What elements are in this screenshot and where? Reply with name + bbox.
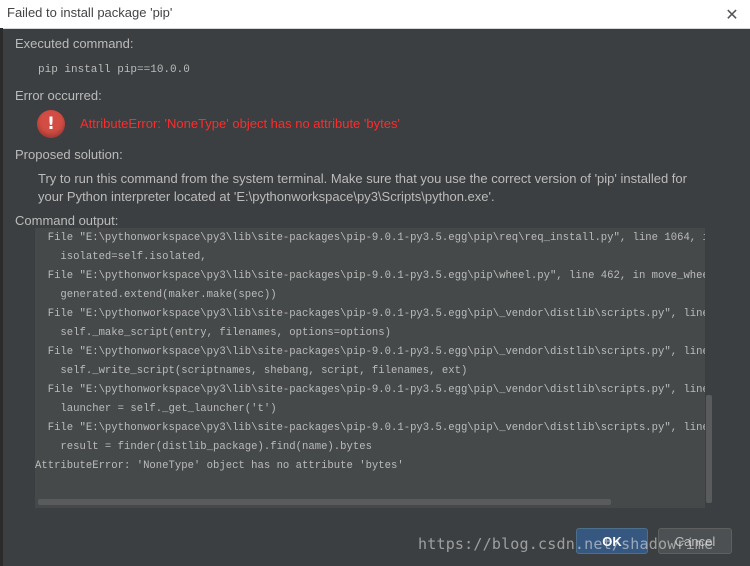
- output-line: self._write_script(scriptnames, shebang,…: [35, 365, 468, 377]
- output-line: File "E:\pythonworkspace\py3\lib\site-pa…: [35, 384, 715, 396]
- horizontal-scrollbar[interactable]: [38, 499, 611, 505]
- output-line: result = finder(distlib_package).find(na…: [35, 441, 372, 453]
- error-occurred-label: Error occurred:: [15, 88, 102, 103]
- output-line: AttributeError: 'NoneType' object has no…: [35, 460, 404, 472]
- dialog-title: Failed to install package 'pip': [7, 5, 173, 20]
- solution-line-1: Try to run this command from the system …: [38, 171, 687, 186]
- proposed-solution-label: Proposed solution:: [15, 147, 123, 162]
- output-line: generated.extend(maker.make(spec)): [35, 289, 277, 301]
- command-output-area[interactable]: File "E:\pythonworkspace\py3\lib\site-pa…: [35, 228, 715, 508]
- output-line: File "E:\pythonworkspace\py3\lib\site-pa…: [35, 346, 715, 358]
- error-icon: !: [37, 110, 65, 138]
- command-output-label: Command output:: [15, 213, 119, 228]
- output-line: launcher = self._get_launcher('t'): [35, 403, 277, 415]
- output-line: File "E:\pythonworkspace\py3\lib\site-pa…: [35, 308, 715, 320]
- close-icon[interactable]: ✕: [720, 2, 744, 26]
- output-line: File "E:\pythonworkspace\py3\lib\site-pa…: [35, 422, 715, 434]
- output-line: File "E:\pythonworkspace\py3\lib\site-pa…: [35, 270, 715, 282]
- output-line: isolated=self.isolated,: [35, 251, 207, 263]
- window-edge: [0, 28, 3, 566]
- title-bar: Failed to install package 'pip' ✕: [0, 0, 750, 29]
- executed-command-label: Executed command:: [15, 36, 134, 51]
- solution-line-2: your Python interpreter located at 'E:\p…: [38, 189, 495, 204]
- proposed-solution-text: Try to run this command from the system …: [38, 170, 728, 206]
- error-message: AttributeError: 'NoneType' object has no…: [80, 116, 400, 131]
- output-line: self._make_script(entry, filenames, opti…: [35, 327, 392, 339]
- watermark: https://blog.csdn.net/shadowrime: [418, 535, 714, 553]
- executed-command-text: pip install pip==10.0.0: [38, 64, 190, 76]
- vertical-scrollbar[interactable]: [706, 395, 712, 503]
- output-line: File "E:\pythonworkspace\py3\lib\site-pa…: [35, 232, 715, 244]
